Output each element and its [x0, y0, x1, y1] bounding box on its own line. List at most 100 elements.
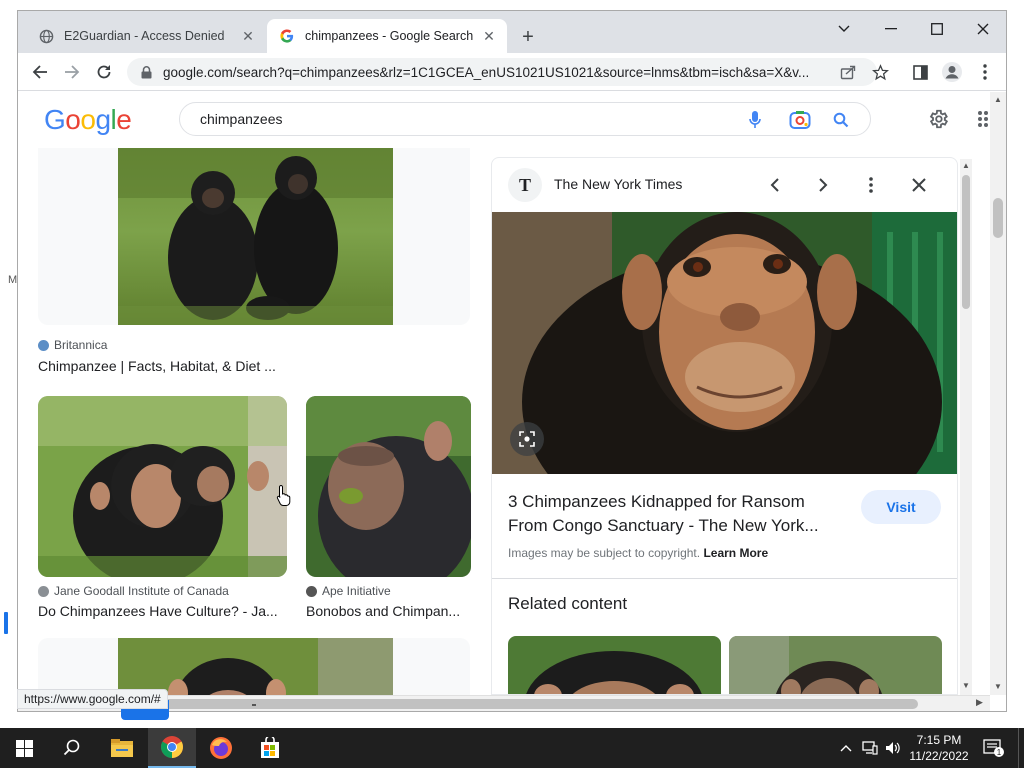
new-tab-button[interactable]: + [516, 25, 540, 49]
clock-time: 7:15 PM [916, 733, 962, 747]
copyright-text: Images may be subject to copyright. [508, 546, 701, 560]
scrollbar-thumb[interactable] [153, 699, 918, 709]
result-source[interactable]: Britannica [38, 338, 107, 352]
windows-taskbar: 7:15 PM 11/22/2022 1 [0, 728, 1024, 768]
chevron-left-icon[interactable] [762, 172, 788, 198]
scrollbar-thumb[interactable] [993, 198, 1003, 238]
chevron-right-icon[interactable] [810, 172, 836, 198]
browser-toolbar: google.com/search?q=chimpanzees&rlz=1C1G… [18, 53, 1006, 91]
chrome-icon[interactable] [148, 728, 196, 768]
show-desktop-button[interactable] [1018, 728, 1024, 768]
hand-cursor-icon [276, 484, 291, 506]
source-name: Britannica [54, 338, 108, 352]
related-chimp-image[interactable] [729, 636, 942, 695]
profile-icon[interactable] [941, 60, 963, 84]
tab-close-icon[interactable]: ✕ [481, 28, 497, 44]
tab-title: chimpanzees - Google Search [305, 29, 474, 43]
chimpanzee-partial-image[interactable] [118, 638, 393, 695]
url-text: google.com/search?q=chimpanzees&rlz=1C1G… [163, 64, 810, 80]
tab-close-icon[interactable]: ✕ [240, 28, 256, 44]
star-icon[interactable] [869, 60, 891, 84]
tab-e2guardian[interactable]: E2Guardian - Access Denied ✕ [26, 19, 266, 53]
result-source[interactable]: Jane Goodall Institute of Canada [38, 584, 229, 598]
system-clock[interactable]: 7:15 PM 11/22/2022 [900, 732, 978, 764]
scroll-down-arrow[interactable]: ▼ [994, 682, 1002, 691]
young-chimpanzees-image[interactable] [38, 396, 287, 577]
tab-strip: E2Guardian - Access Denied ✕ chimpanzees… [18, 11, 1006, 53]
notification-count: 1 [997, 748, 1002, 757]
windows-start-icon[interactable] [0, 728, 48, 768]
lens-search-icon[interactable] [510, 422, 544, 456]
gear-icon[interactable] [925, 106, 951, 132]
image-preview-panel: T The New York Times 3 Chimpanzees Kidna… [491, 157, 958, 695]
notification-center-icon[interactable]: 1 [982, 736, 1006, 760]
back-icon[interactable] [27, 59, 53, 85]
search-taskbar-icon[interactable] [48, 728, 96, 768]
chimpanzee-eating-image[interactable] [306, 396, 471, 577]
tab-google-search[interactable]: chimpanzees - Google Search ✕ [267, 19, 507, 53]
chimpanzee-closeup-image[interactable] [492, 212, 958, 474]
result-card-ape-initiative[interactable] [306, 396, 471, 577]
source-favicon [38, 339, 49, 351]
forward-icon[interactable] [59, 59, 85, 85]
menu-dots-icon[interactable] [974, 60, 996, 84]
maximize-button[interactable] [914, 15, 960, 43]
desktop-fragment: M [8, 274, 18, 286]
clock-date: 11/22/2022 [909, 749, 969, 763]
lock-icon[interactable] [139, 65, 153, 79]
related-thumbnail[interactable] [729, 636, 942, 695]
chimpanzee-pair-image[interactable] [118, 148, 393, 325]
preview-image[interactable] [492, 212, 958, 474]
lens-icon[interactable] [789, 109, 811, 131]
more-options-icon[interactable] [858, 172, 884, 198]
source-favicon [306, 585, 317, 597]
result-title[interactable]: Do Chimpanzees Have Culture? - Ja... [38, 603, 280, 619]
mic-icon[interactable] [744, 109, 766, 131]
globe-icon [38, 28, 54, 44]
share-icon[interactable] [837, 60, 859, 84]
result-card-jane-goodall[interactable] [38, 396, 287, 577]
scroll-up-arrow[interactable]: ▲ [994, 95, 1002, 104]
visit-button[interactable]: Visit [861, 490, 941, 524]
result-card-partial[interactable] [38, 638, 470, 695]
result-title[interactable]: Bonobos and Chimpan... [306, 603, 471, 619]
close-icon[interactable] [906, 172, 932, 198]
related-thumbnail[interactable] [508, 636, 721, 695]
preview-source-name[interactable]: The New York Times [554, 176, 682, 192]
scroll-right-arrow[interactable]: ▶ [976, 697, 983, 708]
window-close-button[interactable] [960, 15, 1006, 43]
learn-more-link[interactable]: Learn More [703, 546, 768, 560]
store-icon[interactable] [246, 728, 294, 768]
sidebar-icon[interactable] [909, 60, 931, 84]
google-header: Google [18, 92, 994, 148]
scroll-down-arrow[interactable]: ▼ [962, 681, 970, 690]
nyt-logo[interactable]: T [508, 168, 542, 202]
file-explorer-icon[interactable] [98, 728, 146, 768]
image-results: Britannica Chimpanzee | Facts, Habitat, … [18, 148, 478, 695]
tray-chevron-icon[interactable] [838, 740, 854, 756]
network-icon[interactable] [862, 740, 878, 756]
source-name: Jane Goodall Institute of Canada [54, 584, 229, 598]
search-input[interactable] [200, 111, 720, 127]
search-box [179, 102, 871, 136]
tab-search-chevron-icon[interactable] [821, 15, 867, 43]
minimize-button[interactable] [868, 15, 914, 43]
address-bar[interactable]: google.com/search?q=chimpanzees&rlz=1C1G… [127, 58, 877, 86]
preview-scrollbar[interactable]: ▲ ▼ [960, 159, 972, 695]
source-favicon [38, 585, 49, 597]
related-chimp-image[interactable] [508, 636, 721, 695]
page-scrollbar[interactable]: ▲ ▼ [990, 92, 1006, 695]
result-source[interactable]: Ape Initiative [306, 584, 391, 598]
result-card-britannica[interactable] [38, 148, 470, 325]
reload-icon[interactable] [91, 59, 117, 85]
preview-title[interactable]: 3 Chimpanzees Kidnapped for Ransom From … [508, 490, 848, 538]
desktop-fragment [252, 704, 256, 706]
search-icon[interactable] [830, 109, 852, 131]
scroll-up-arrow[interactable]: ▲ [962, 161, 970, 170]
volume-icon[interactable] [885, 740, 901, 756]
scrollbar-thumb[interactable] [962, 175, 970, 309]
tab-title: E2Guardian - Access Denied [64, 29, 225, 43]
result-title[interactable]: Chimpanzee | Facts, Habitat, & Diet ... [38, 358, 468, 374]
google-logo[interactable]: Google [44, 104, 132, 136]
firefox-icon[interactable] [197, 728, 245, 768]
